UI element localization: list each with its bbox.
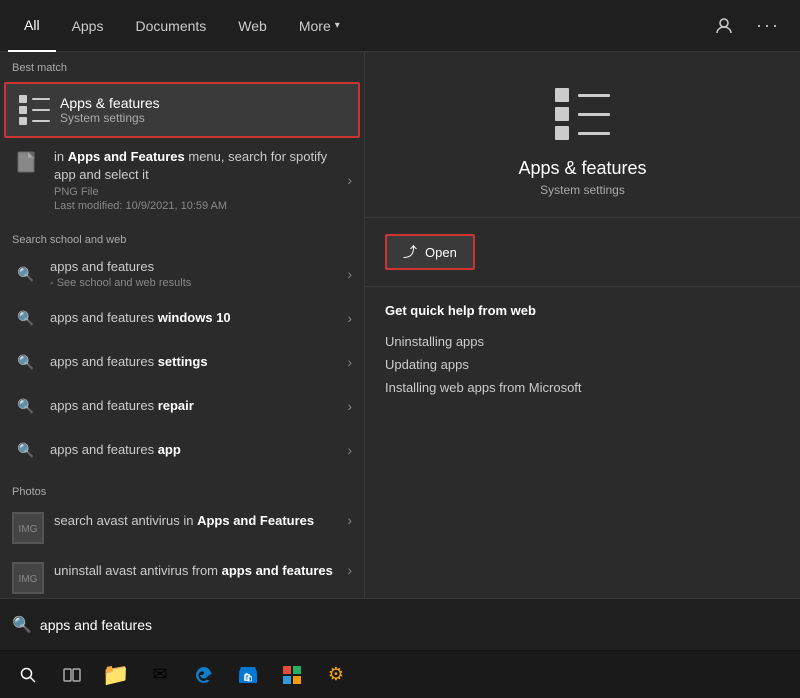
web-result-1-text: apps and features - See school and web r… [50,258,347,292]
tab-apps[interactable]: Apps [56,0,120,52]
best-match-item[interactable]: Apps & features System settings [4,82,360,138]
photos-label: Photos [0,476,364,504]
search-icon: 🔍 [12,348,40,376]
web-result-5-text: apps and features app [50,441,347,459]
taskbar-edge[interactable] [184,655,224,695]
taskbar-search[interactable] [8,655,48,695]
search-icon: 🔍 [12,436,40,464]
best-match-subtitle: System settings [60,111,160,125]
quick-help-title: Get quick help from web [385,303,780,318]
web-result-4-text: apps and features repair [50,397,347,415]
svg-text:IMG: IMG [19,574,38,585]
right-header: Apps & features System settings [365,52,800,218]
apps-features-large-icon [551,82,615,146]
quick-help-link-1[interactable]: Uninstalling apps [385,330,780,353]
chevron-right-icon: › [347,310,352,326]
file-type: PNG File [54,186,347,198]
svg-text:🛍: 🛍 [243,672,253,682]
search-icon: 🔍 [12,260,40,288]
web-result-5[interactable]: 🔍 apps and features app › [0,428,364,472]
open-icon: ⤴ [403,242,417,262]
taskbar-task-view[interactable] [52,655,92,695]
chevron-right-icon: › [347,354,352,370]
chevron-right-icon: › [347,398,352,414]
tab-documents[interactable]: Documents [119,0,222,52]
photo-result-2-text: uninstall avast antivirus from apps and … [54,562,347,580]
file-title: in Apps and Features menu, search for sp… [54,148,347,184]
taskbar-settings[interactable]: ⚙ [316,655,356,695]
web-result-3-text: apps and features settings [50,353,347,371]
photo-result-1-text: search avast antivirus in Apps and Featu… [54,512,347,530]
taskbar: 📁 ✉ 🛍 ⚙ [0,650,800,698]
search-icon: 🔍 [12,615,32,635]
photo-result-1[interactable]: IMG search avast antivirus in Apps and F… [0,504,364,554]
apps-features-icon [18,94,50,126]
best-match-title: Apps & features [60,95,160,111]
chevron-right-icon: › [347,512,352,528]
taskbar-file-explorer[interactable]: 📁 [96,655,136,695]
file-result-item[interactable]: in Apps and Features menu, search for sp… [0,140,364,220]
chevron-right-icon: › [347,266,352,282]
tabs-bar: All Apps Documents Web More ▾ ··· [0,0,800,52]
photo-thumbnail-2: IMG [12,562,44,594]
right-actions: ⤴ Open [365,218,800,287]
search-icon: 🔍 [12,392,40,420]
quick-help-link-3[interactable]: Installing web apps from Microsoft [385,376,780,399]
search-input[interactable] [40,617,788,633]
tab-all[interactable]: All [8,0,56,52]
more-options-button[interactable]: ··· [752,10,784,42]
web-result-2[interactable]: 🔍 apps and features windows 10 › [0,296,364,340]
chevron-right-icon: › [347,562,352,578]
file-modified: Last modified: 10/9/2021, 10:59 AM [54,200,347,212]
search-icon: 🔍 [12,304,40,332]
start-menu: All Apps Documents Web More ▾ ··· Best m… [0,0,800,698]
photo-result-2[interactable]: IMG uninstall avast antivirus from apps … [0,554,364,598]
svg-text:IMG: IMG [19,524,38,535]
quick-help-link-2[interactable]: Updating apps [385,353,780,376]
chevron-down-icon: ▾ [335,20,340,31]
right-subtitle: System settings [540,183,625,197]
taskbar-store[interactable]: 🛍 [228,655,268,695]
web-result-1[interactable]: 🔍 apps and features - See school and web… [0,252,364,296]
file-icon [12,148,44,180]
left-panel: Best match Apps & features System settin… [0,52,365,598]
right-title: Apps & features [518,158,646,179]
quick-help-section: Get quick help from web Uninstalling app… [365,287,800,415]
search-bar: 🔍 [0,598,800,650]
right-panel: Apps & features System settings ⤴ Open G… [365,52,800,598]
web-result-2-text: apps and features windows 10 [50,309,347,327]
tab-web[interactable]: Web [222,0,283,52]
school-web-label: Search school and web [0,224,364,252]
photo-thumbnail-1: IMG [12,512,44,544]
tab-more[interactable]: More ▾ [283,0,356,52]
main-content: Best match Apps & features System settin… [0,52,800,598]
best-match-label: Best match [0,52,364,80]
web-result-4[interactable]: 🔍 apps and features repair › [0,384,364,428]
chevron-right-icon: › [347,442,352,458]
taskbar-tiles[interactable] [272,655,312,695]
open-button[interactable]: ⤴ Open [385,234,475,270]
web-result-3[interactable]: 🔍 apps and features settings › [0,340,364,384]
taskbar-mail[interactable]: ✉ [140,655,180,695]
chevron-right-icon: › [347,172,352,188]
user-icon-button[interactable] [708,10,740,42]
